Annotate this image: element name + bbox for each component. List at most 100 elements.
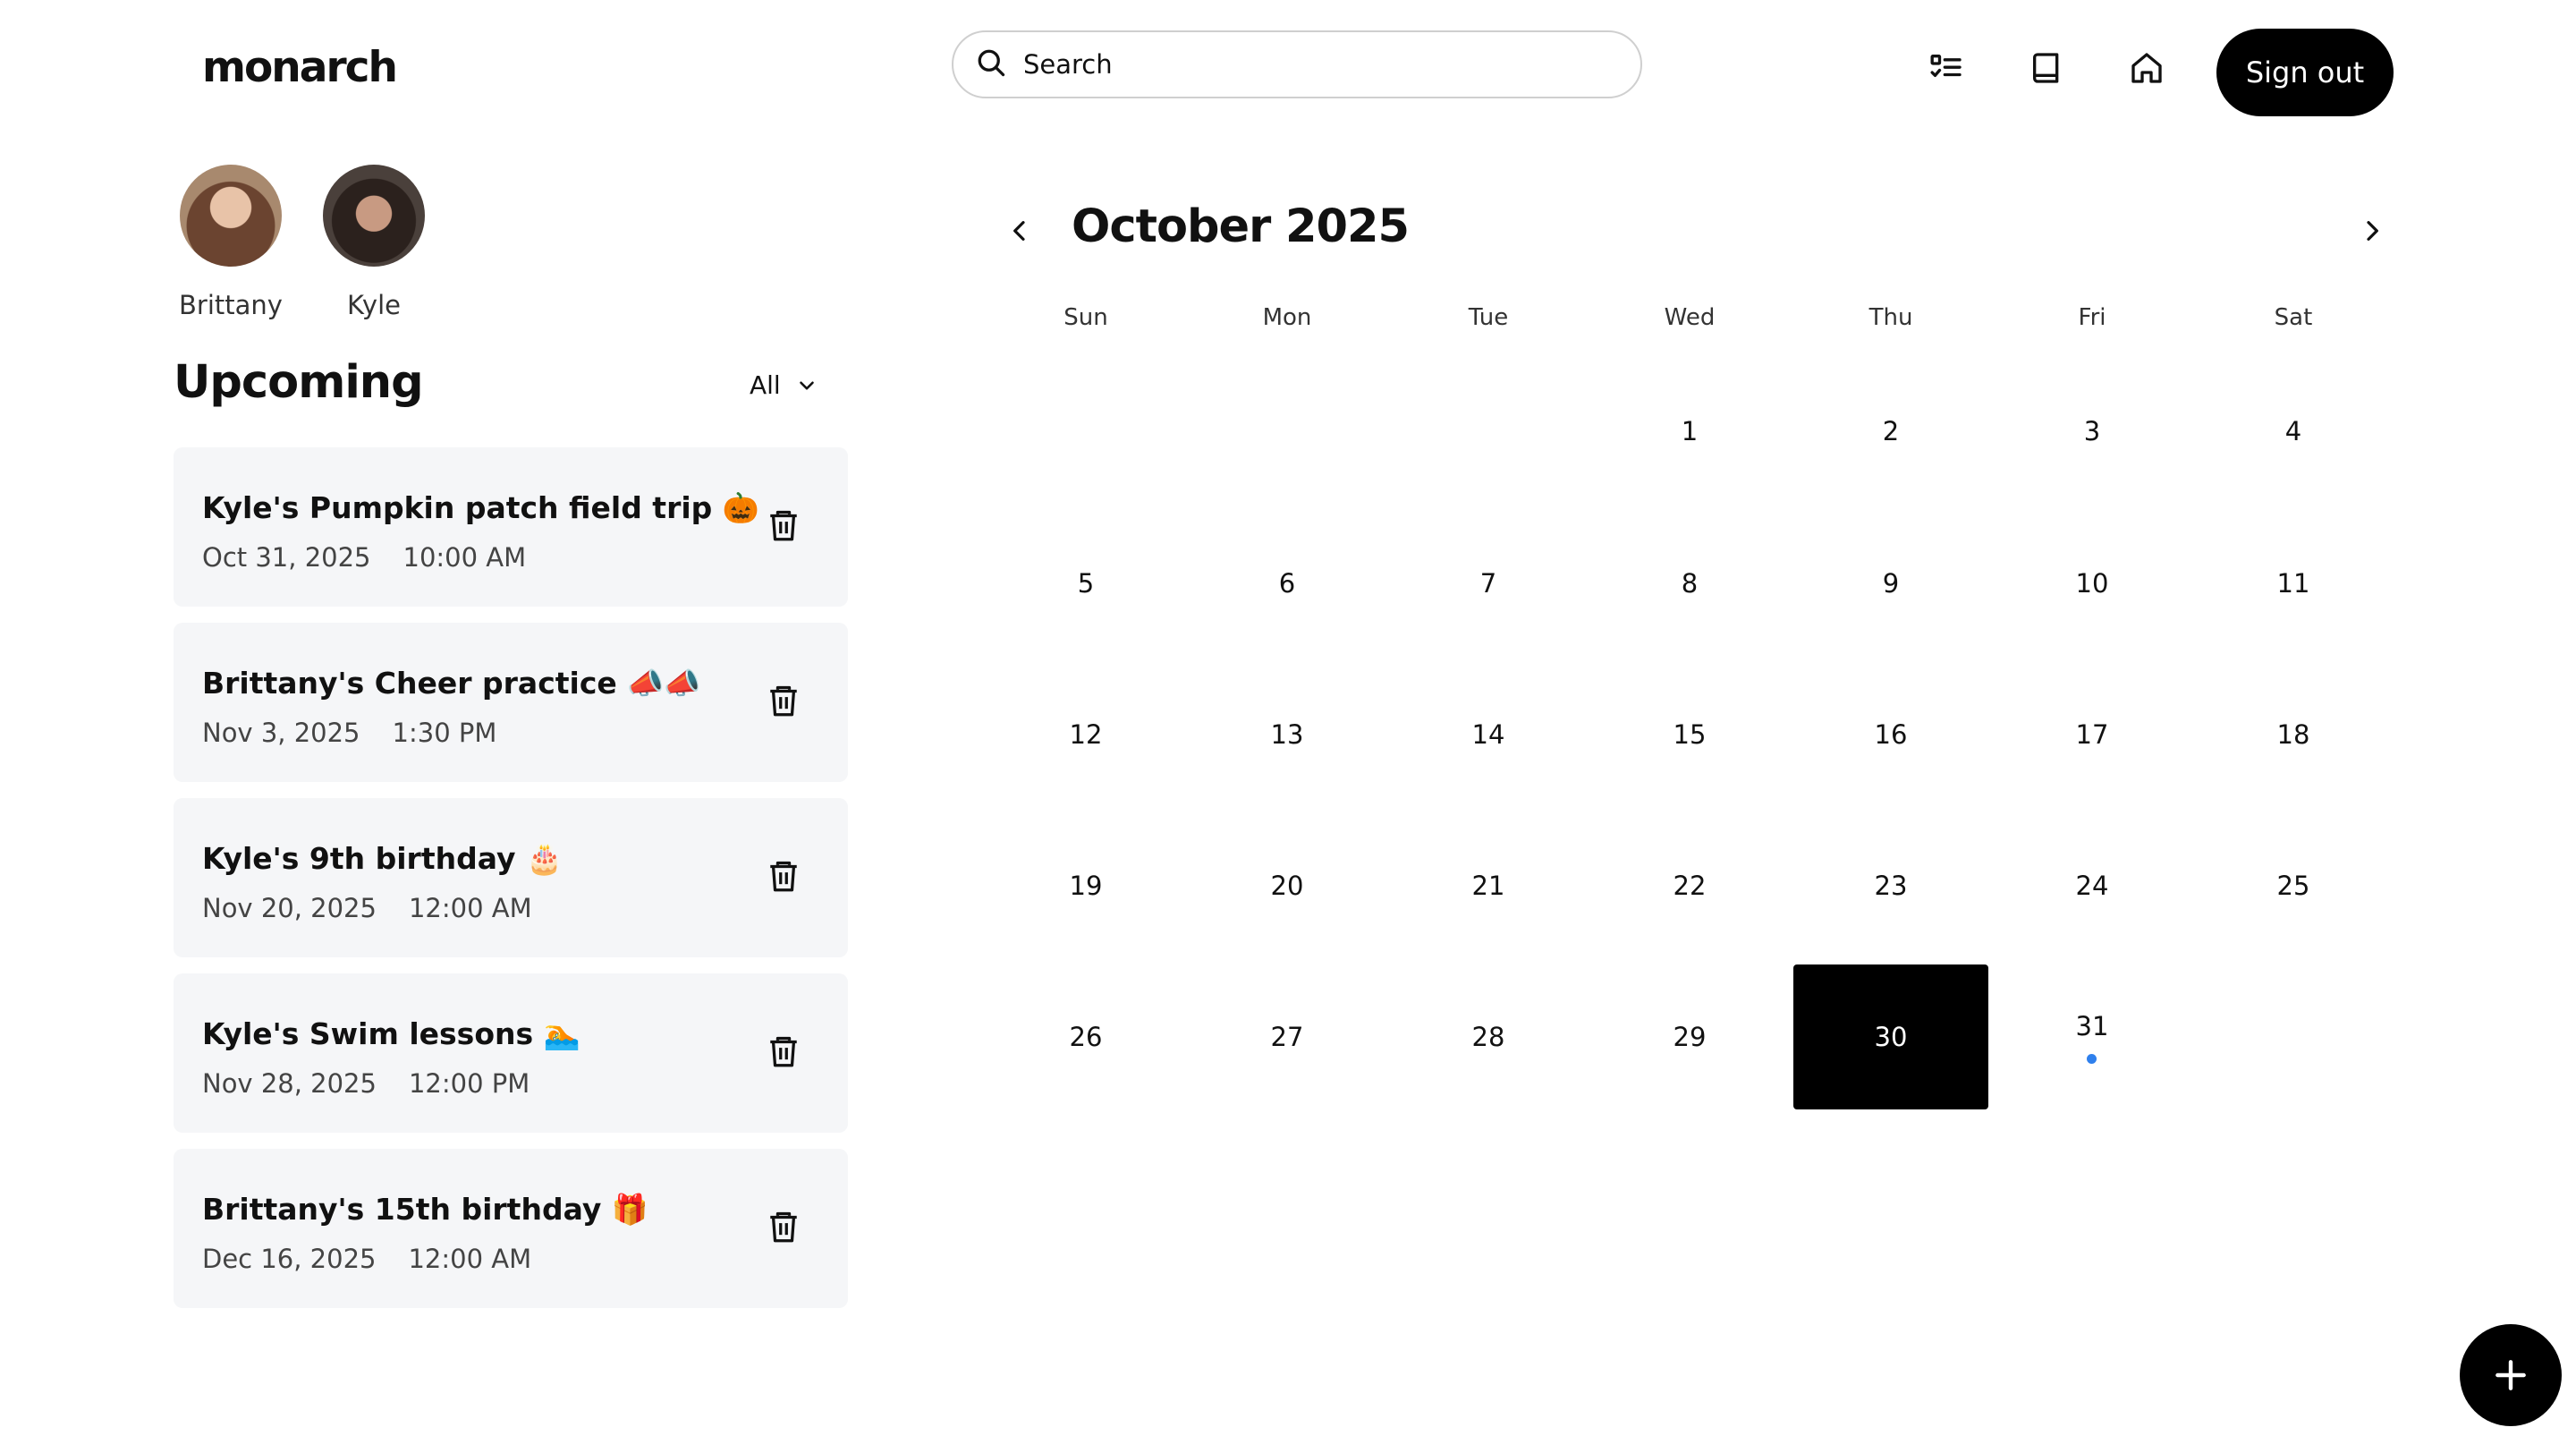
search-icon: [975, 47, 1007, 83]
day-number: 9: [1882, 568, 1900, 599]
event-card[interactable]: Kyle's Swim lessons 🏊 Nov 28, 2025 12:00 …: [174, 973, 848, 1133]
weekday-sun: Sun: [1063, 304, 1108, 331]
profile-name: Kyle: [347, 290, 401, 320]
calendar-day[interactable]: 1: [1592, 359, 1787, 504]
calendar-day[interactable]: 26: [988, 964, 1183, 1109]
day-number: 17: [2075, 719, 2109, 750]
calendar-day[interactable]: 3: [1995, 359, 2190, 504]
calendar-day[interactable]: 24: [1995, 813, 2190, 958]
search-input[interactable]: [1023, 49, 1596, 80]
day-number: 31: [2075, 1011, 2109, 1041]
calendar-day[interactable]: 14: [1391, 662, 1586, 807]
event-card[interactable]: Kyle's Pumpkin patch field trip 🎃 Oct 31…: [174, 447, 848, 607]
calendar-day[interactable]: 16: [1793, 662, 1988, 807]
day-number: 22: [1673, 871, 1707, 901]
calendar-day[interactable]: 19: [988, 813, 1183, 958]
event-datetime: Nov 3, 2025 1:30 PM: [202, 718, 496, 748]
event-datetime: Nov 28, 2025 12:00 PM: [202, 1068, 530, 1099]
calendar-day[interactable]: 13: [1190, 662, 1385, 807]
event-title: Brittany's 15th birthday 🎁: [202, 1192, 648, 1227]
event-date: Dec 16, 2025: [202, 1244, 377, 1274]
day-number: 1: [1681, 416, 1699, 446]
sign-out-button[interactable]: Sign out: [2216, 29, 2394, 116]
trash-icon[interactable]: [766, 1034, 801, 1070]
day-number: 24: [2075, 871, 2109, 901]
calendar-day[interactable]: 30: [1793, 964, 1988, 1109]
day-number: 14: [1471, 719, 1505, 750]
weekday-mon: Mon: [1262, 304, 1312, 331]
event-time: 12:00 AM: [408, 1244, 532, 1274]
weekday-wed: Wed: [1664, 304, 1716, 331]
calendar-day[interactable]: 4: [2196, 359, 2391, 504]
plus-icon: [2496, 1360, 2526, 1390]
event-indicator-dot: [2087, 1054, 2097, 1064]
calendar-day[interactable]: 22: [1592, 813, 1787, 958]
event-card[interactable]: Brittany's 15th birthday 🎁 Dec 16, 2025 1…: [174, 1149, 848, 1308]
event-time: 1:30 PM: [392, 718, 497, 748]
event-date: Nov 3, 2025: [202, 718, 360, 748]
upcoming-heading: Upcoming: [174, 356, 424, 409]
trash-icon[interactable]: [766, 859, 801, 895]
calendar-day[interactable]: 29: [1592, 964, 1787, 1109]
weekday-thu: Thu: [1868, 304, 1913, 331]
chevron-down-icon: [799, 380, 814, 390]
calendar-day[interactable]: 10: [1995, 511, 2190, 656]
event-card[interactable]: Kyle's 9th birthday 🎂 Nov 20, 2025 12:00 …: [174, 798, 848, 957]
day-number: 29: [1673, 1022, 1707, 1052]
calendar-day[interactable]: 20: [1190, 813, 1385, 958]
calendar-month-title: October 2025: [1072, 200, 1410, 253]
day-number: 19: [1069, 871, 1103, 901]
book-icon[interactable]: [2027, 48, 2066, 88]
home-icon[interactable]: [2127, 48, 2166, 88]
event-time: 10:00 AM: [402, 542, 527, 573]
event-title: Kyle's 9th birthday 🎂: [202, 841, 564, 876]
day-number: 4: [2284, 416, 2302, 446]
app-logo[interactable]: monarch: [202, 43, 398, 92]
calendar-day[interactable]: 27: [1190, 964, 1385, 1109]
calendar-day[interactable]: 2: [1793, 359, 1988, 504]
calendar-day[interactable]: 5: [988, 511, 1183, 656]
day-number: 25: [2276, 871, 2310, 901]
calendar-day[interactable]: 12: [988, 662, 1183, 807]
search-bar[interactable]: [952, 30, 1642, 98]
event-card[interactable]: Brittany's Cheer practice 📣📣 Nov 3, 2025…: [174, 623, 848, 782]
calendar-day[interactable]: 21: [1391, 813, 1586, 958]
calendar-day[interactable]: 8: [1592, 511, 1787, 656]
next-month-button[interactable]: [2352, 211, 2392, 251]
event-filter-dropdown[interactable]: All: [750, 370, 818, 400]
day-number: 30: [1874, 1022, 1908, 1052]
event-time: 12:00 PM: [408, 1068, 530, 1099]
calendar-day[interactable]: 9: [1793, 511, 1988, 656]
day-number: 13: [1270, 719, 1304, 750]
event-date: Oct 31, 2025: [202, 542, 371, 573]
prev-month-button[interactable]: [1000, 211, 1039, 251]
calendar-day[interactable]: 28: [1391, 964, 1586, 1109]
checklist-icon[interactable]: [1927, 48, 1966, 88]
calendar-day[interactable]: 18: [2196, 662, 2391, 807]
day-number: 3: [2083, 416, 2101, 446]
calendar-day[interactable]: 17: [1995, 662, 2190, 807]
profile-brittany[interactable]: Brittany: [150, 165, 311, 320]
calendar-day[interactable]: 6: [1190, 511, 1385, 656]
add-event-button[interactable]: [2460, 1324, 2562, 1426]
filter-label: All: [750, 370, 781, 400]
day-number: 12: [1069, 719, 1103, 750]
day-number: 5: [1077, 568, 1095, 599]
calendar-day[interactable]: 11: [2196, 511, 2391, 656]
trash-icon[interactable]: [766, 508, 801, 544]
day-number: 20: [1270, 871, 1304, 901]
calendar-day[interactable]: 15: [1592, 662, 1787, 807]
day-number: 8: [1681, 568, 1699, 599]
trash-icon[interactable]: [766, 684, 801, 719]
event-date: Nov 28, 2025: [202, 1068, 377, 1099]
trash-icon[interactable]: [766, 1210, 801, 1245]
calendar-day[interactable]: 23: [1793, 813, 1988, 958]
event-datetime: Oct 31, 2025 10:00 AM: [202, 542, 526, 573]
calendar-day[interactable]: 31: [1995, 964, 2190, 1109]
profile-kyle[interactable]: Kyle: [293, 165, 454, 320]
calendar-day[interactable]: 25: [2196, 813, 2391, 958]
day-number: 23: [1874, 871, 1908, 901]
weekday-tue: Tue: [1468, 304, 1509, 331]
calendar-day[interactable]: 7: [1391, 511, 1586, 656]
event-date: Nov 20, 2025: [202, 893, 377, 923]
